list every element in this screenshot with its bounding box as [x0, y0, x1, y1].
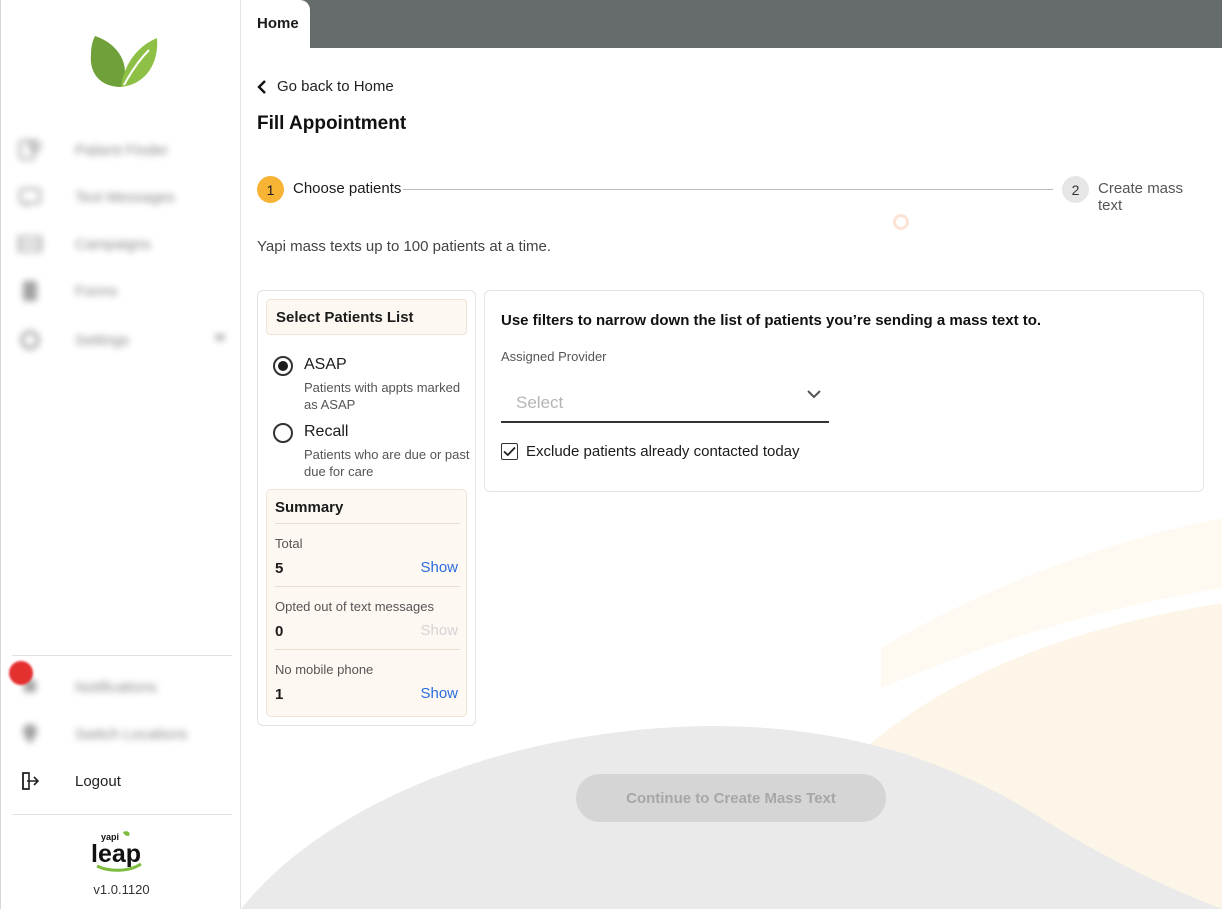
step-1-number: 1	[257, 176, 284, 203]
checkmark-icon	[503, 446, 516, 457]
step-connector	[403, 189, 1053, 190]
summary-total-label: Total	[275, 536, 303, 551]
radio-title: ASAP	[304, 356, 347, 373]
sidebar-divider	[12, 655, 232, 656]
radio-title: Recall	[304, 423, 349, 440]
intro-text: Yapi mass texts up to 100 patients at a …	[257, 238, 552, 255]
chevron-left-icon	[257, 79, 266, 94]
sidebar-item-logout[interactable]: Logout	[15, 766, 230, 796]
step-1-label: Choose patients	[293, 180, 402, 197]
radio-description: Patients who are due or past due for car…	[304, 447, 470, 479]
filters-panel: Use filters to narrow down the list of p…	[484, 290, 1204, 492]
summary-opted-out-value: 0	[275, 623, 284, 640]
show-opted-out-link: Show	[420, 622, 458, 639]
sidebar-item-label: Patient Finder	[75, 141, 169, 159]
summary-divider	[275, 523, 460, 524]
radio-button-recall[interactable]	[273, 423, 293, 443]
forms-icon	[15, 278, 45, 304]
patient-finder-icon	[15, 137, 45, 163]
campaigns-icon	[15, 231, 45, 257]
yapi-leap-logo-icon: yapi leap	[91, 831, 142, 872]
exclude-contacted-checkbox-row[interactable]: Exclude patients already contacted today	[501, 443, 800, 460]
location-icon	[15, 721, 45, 747]
sidebar-item-label: Settings	[75, 331, 130, 349]
back-to-home-link[interactable]: Go back to Home	[257, 78, 394, 95]
sidebar-item-patient-finder[interactable]: Patient Finder	[15, 135, 230, 165]
exclude-contacted-label: Exclude patients already contacted today	[526, 443, 800, 460]
stepper: 1 Choose patients 2 Create mass text	[257, 176, 1205, 214]
sidebar-item-switch-locations[interactable]: Switch Locations	[15, 719, 230, 749]
tab-home[interactable]: Home	[241, 0, 310, 48]
summary-no-mobile-label: No mobile phone	[275, 662, 374, 677]
chevron-down-icon	[807, 390, 821, 399]
radio-button-asap[interactable]	[273, 356, 293, 376]
sidebar-item-label: Campaigns	[75, 235, 151, 253]
summary-card: Summary Total 5 Show Opted out of text m…	[266, 489, 467, 717]
sidebar-item-forms[interactable]: Forms	[15, 276, 230, 306]
summary-divider	[275, 586, 460, 587]
patients-list-panel: Select Patients List ASAP Patients with …	[257, 290, 476, 726]
sidebar-item-text-messages[interactable]: Text Messages	[15, 182, 230, 212]
sidebar-divider	[12, 814, 232, 815]
logout-icon	[15, 768, 45, 794]
summary-title: Summary	[275, 499, 344, 516]
notification-badge	[9, 661, 33, 685]
sidebar-item-label: Logout	[75, 772, 121, 790]
select-placeholder: Select	[516, 393, 564, 412]
patients-list-header: Select Patients List	[266, 299, 467, 335]
page-title: Fill Appointment	[257, 113, 407, 134]
sidebar-item-campaigns[interactable]: Campaigns	[15, 229, 230, 259]
settings-icon	[15, 327, 45, 353]
sidebar-item-label: Forms	[75, 282, 118, 300]
step-2-number: 2	[1062, 176, 1089, 203]
sidebar-item-label: Text Messages	[75, 188, 176, 206]
continue-to-create-mass-text-button[interactable]: Continue to Create Mass Text	[576, 774, 886, 822]
summary-opted-out-label: Opted out of text messages	[275, 599, 434, 614]
back-link-label: Go back to Home	[277, 78, 394, 95]
filters-heading: Use filters to narrow down the list of p…	[501, 312, 1042, 329]
sidebar-item-label: Switch Locations	[75, 725, 188, 743]
show-total-link[interactable]: Show	[420, 559, 458, 576]
radio-option-asap[interactable]: ASAP Patients with appts marked as ASAP	[273, 354, 469, 414]
summary-no-mobile-value: 1	[275, 686, 284, 703]
leaf-logo-icon	[90, 36, 158, 87]
radio-description: Patients with appts marked as ASAP	[304, 380, 461, 412]
sidebar-item-settings[interactable]: Settings	[15, 325, 230, 355]
summary-divider	[275, 649, 460, 650]
text-messages-icon	[15, 184, 45, 210]
svg-text:leap: leap	[91, 840, 141, 868]
loading-ring-icon	[893, 214, 909, 230]
radio-option-recall[interactable]: Recall Patients who are due or past due …	[273, 421, 470, 481]
top-tab-bar: Home	[241, 0, 1222, 48]
step-2-label: Create mass text	[1098, 180, 1184, 214]
sidebar-item-label: Notifications	[75, 678, 157, 696]
exclude-contacted-checkbox[interactable]	[501, 443, 518, 460]
sidebar: Patient Finder Text Messages Campaigns F…	[0, 0, 241, 909]
assigned-provider-select[interactable]: Select	[501, 379, 829, 423]
show-no-mobile-link[interactable]: Show	[420, 685, 458, 702]
summary-total-value: 5	[275, 560, 284, 577]
chevron-down-icon	[214, 335, 226, 342]
assigned-provider-label: Assigned Provider	[501, 349, 607, 364]
sidebar-item-notifications[interactable]: Notifications	[15, 672, 230, 702]
app-version: v1.0.1120	[93, 882, 150, 897]
main-content: Go back to Home Fill Appointment 1 Choos…	[241, 48, 1222, 909]
